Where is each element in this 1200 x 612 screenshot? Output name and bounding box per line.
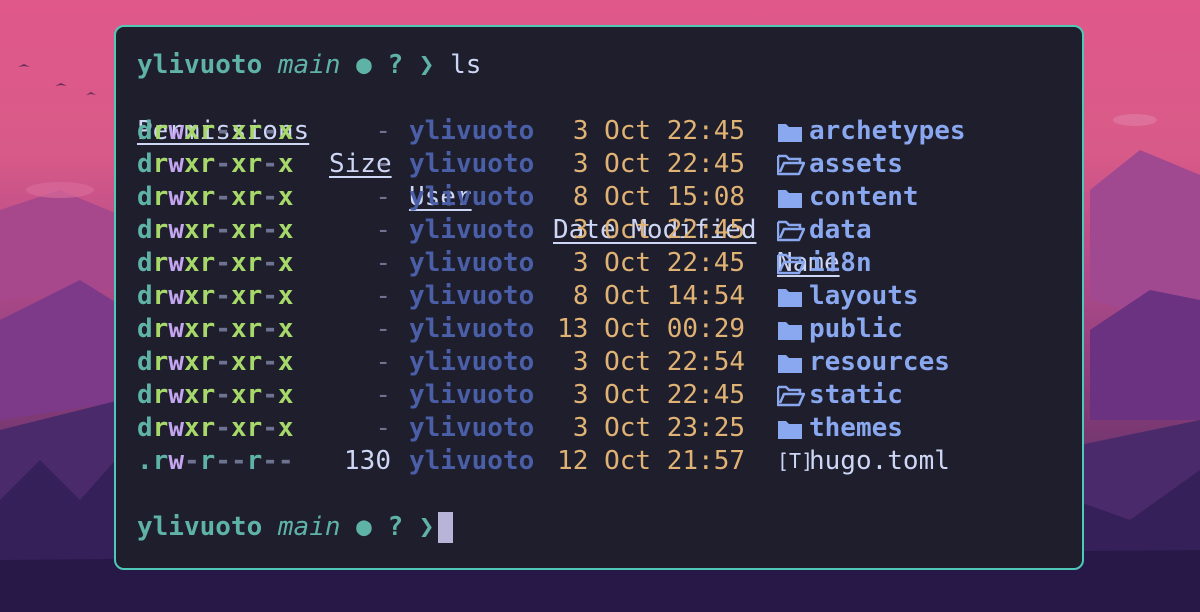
name-cell[interactable]: content [809, 181, 919, 214]
toml-file-icon: [T] [777, 445, 813, 478]
prompt-branch: main [277, 512, 341, 542]
folder-icon [777, 280, 807, 313]
date-cell: 3 Oct 22:45 [572, 380, 745, 410]
name-cell[interactable]: themes [809, 412, 903, 445]
user-cell: ylivuoto [409, 182, 535, 212]
user-cell: ylivuoto [409, 347, 535, 377]
folder-icon [777, 115, 807, 148]
size-cell: - [375, 380, 391, 410]
size-cell: - [375, 347, 391, 377]
folder-icon [777, 313, 807, 346]
folder-open-icon [777, 247, 807, 280]
name-cell[interactable]: hugo.toml [809, 445, 950, 478]
folder-open-icon [777, 379, 807, 412]
permissions-cell: drwxr-xr-x [137, 347, 294, 377]
date-cell: 12 Oct 21:57 [557, 446, 745, 476]
toml-glyph: [T] [777, 449, 814, 473]
git-untracked-marker: ? [387, 512, 404, 542]
date-cell: 3 Oct 23:25 [572, 413, 745, 443]
prompt-branch: main [277, 50, 341, 80]
command-text: ls [450, 50, 482, 80]
name-cell[interactable]: assets [809, 148, 903, 181]
date-cell: 3 Oct 22:45 [572, 149, 745, 179]
name-cell[interactable]: resources [809, 346, 950, 379]
user-cell: ylivuoto [409, 215, 535, 245]
date-cell: 3 Oct 22:45 [572, 116, 745, 146]
user-cell: ylivuoto [409, 413, 535, 443]
prompt-user: ylivuoto [137, 512, 263, 542]
name-cell[interactable]: i18n [809, 247, 872, 280]
prompt-user: ylivuoto [137, 50, 263, 80]
date-cell: 13 Oct 00:29 [557, 314, 745, 344]
size-cell: - [375, 248, 391, 278]
folder-open-icon [777, 148, 807, 181]
size-cell: - [375, 314, 391, 344]
text-cursor[interactable] [438, 512, 454, 543]
permissions-cell: drwxr-xr-x [137, 116, 294, 146]
permissions-cell: drwxr-xr-x [137, 248, 294, 278]
permissions-cell: drwxr-xr-x [137, 182, 294, 212]
size-cell: - [375, 116, 391, 146]
size-cell: - [375, 149, 391, 179]
prompt-arrow-icon: ❯ [418, 50, 435, 80]
size-cell: - [375, 413, 391, 443]
user-cell: ylivuoto [409, 446, 535, 476]
size-cell: - [375, 281, 391, 311]
date-cell: 8 Oct 15:08 [572, 182, 745, 212]
folder-icon [777, 346, 807, 379]
date-cell: 3 Oct 22:54 [572, 347, 745, 377]
user-cell: ylivuoto [409, 281, 535, 311]
user-cell: ylivuoto [409, 380, 535, 410]
name-cell[interactable]: archetypes [809, 115, 966, 148]
name-cell[interactable]: data [809, 214, 872, 247]
user-cell: ylivuoto [409, 116, 535, 146]
git-status-dot: ● [356, 512, 372, 542]
folder-icon [777, 181, 807, 214]
user-cell: ylivuoto [409, 248, 535, 278]
date-cell: 3 Oct 22:45 [572, 248, 745, 278]
permissions-cell: drwxr-xr-x [137, 149, 294, 179]
permissions-cell: drwxr-xr-x [137, 413, 294, 443]
folder-icon [777, 412, 807, 445]
prompt-line-active[interactable]: ylivuoto main ● ? ❯ [137, 511, 454, 544]
name-cell[interactable]: static [809, 379, 903, 412]
user-cell: ylivuoto [409, 314, 535, 344]
size-cell: - [375, 215, 391, 245]
date-cell: 3 Oct 22:45 [572, 215, 745, 245]
user-cell: ylivuoto [409, 149, 535, 179]
permissions-cell: drwxr-xr-x [137, 281, 294, 311]
permissions-cell: drwxr-xr-x [137, 215, 294, 245]
permissions-cell: .rw-r--r-- [137, 446, 294, 476]
permissions-cell: drwxr-xr-x [137, 380, 294, 410]
listing-header: Permissions Size User Date Modified Name [137, 82, 840, 278]
git-untracked-marker: ? [387, 50, 404, 80]
name-cell[interactable]: layouts [809, 280, 919, 313]
folder-open-icon [777, 214, 807, 247]
size-cell: - [375, 182, 391, 212]
terminal-window[interactable]: ylivuoto main ● ? ❯ ls Permissions Size … [114, 25, 1084, 570]
git-status-dot: ● [356, 50, 372, 80]
size-cell: 130 [344, 446, 391, 476]
permissions-cell: drwxr-xr-x [137, 314, 294, 344]
name-cell[interactable]: public [809, 313, 903, 346]
prompt-line: ylivuoto main ● ? ❯ ls [137, 49, 481, 82]
date-cell: 8 Oct 14:54 [572, 281, 745, 311]
prompt-arrow-icon: ❯ [418, 512, 435, 542]
